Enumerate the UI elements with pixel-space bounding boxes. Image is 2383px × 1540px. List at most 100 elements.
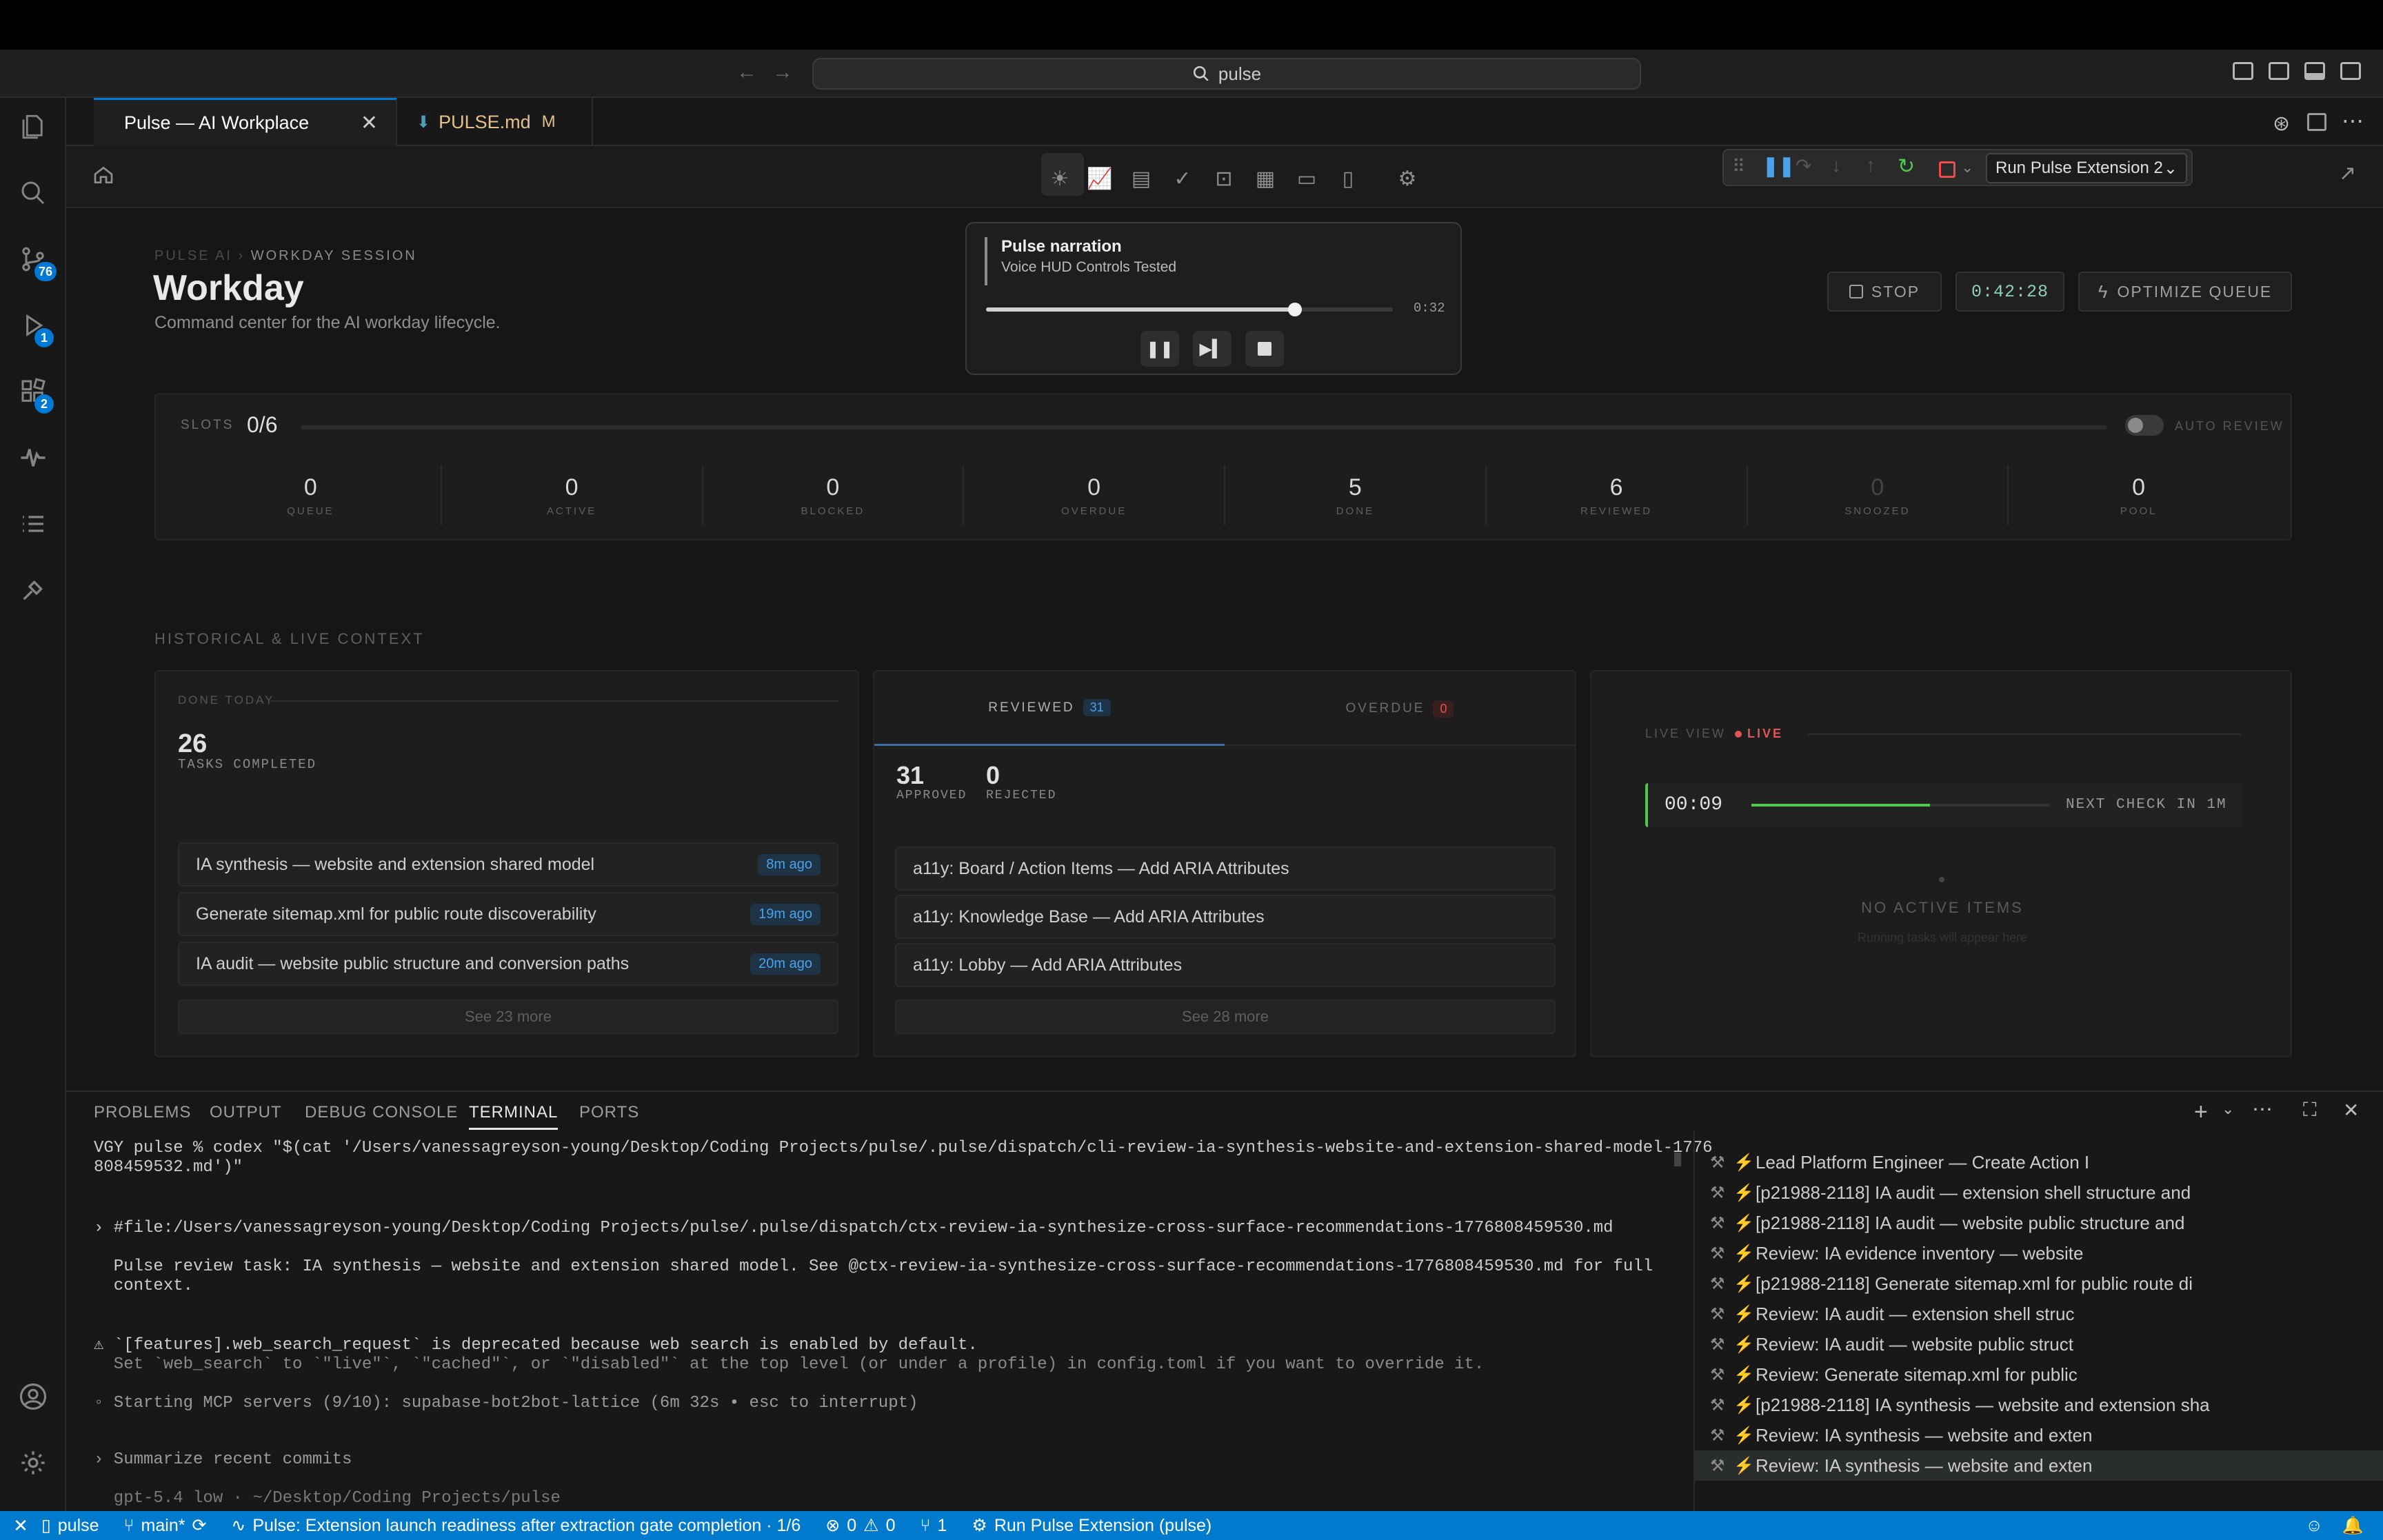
list-item[interactable]: a11y: Board / Action Items — Add ARIA At…: [895, 847, 1556, 891]
close-icon[interactable]: ✕: [361, 111, 378, 135]
split-editor-icon[interactable]: [2307, 113, 2326, 131]
tab-pulse-ai-workplace[interactable]: Pulse — AI Workplace ✕: [94, 98, 397, 146]
forward-arrow-icon[interactable]: →: [772, 61, 793, 84]
terminal-task-item[interactable]: ⚒ ⚡ Review: Generate sitemap.xml for publi…: [1695, 1359, 2383, 1390]
step-out-icon[interactable]: ↑: [1866, 154, 1876, 176]
tools-icon: ⚒: [1710, 1335, 1725, 1354]
task-label: [p21988-2118] IA synthesis — website and…: [1756, 1394, 2210, 1415]
auto-review-toggle[interactable]: [2125, 415, 2164, 436]
remote-indicator-icon[interactable]: ✕: [0, 1515, 41, 1537]
terminal-task-item-selected[interactable]: ⚒ ⚡ Review: IA synthesis — website and ext…: [1695, 1450, 2383, 1481]
close-panel-icon[interactable]: ✕: [2343, 1099, 2359, 1122]
list-item[interactable]: Generate sitemap.xml for public route di…: [178, 892, 838, 936]
command-center-search[interactable]: pulse: [812, 58, 1641, 90]
tab-pulse-md[interactable]: ⬇ PULSE.md M: [399, 98, 593, 146]
chart-icon[interactable]: 📈: [1087, 167, 1112, 190]
narration-skip-button[interactable]: ▶▍: [1193, 331, 1231, 367]
tab-problems[interactable]: PROBLEMS: [94, 1103, 191, 1122]
narration-pause-button[interactable]: ❚❚: [1140, 331, 1179, 367]
step-into-icon[interactable]: ↓: [1831, 154, 1841, 176]
run-debug-icon[interactable]: 1: [14, 306, 54, 347]
terminal-line: VGY pulse % codex "$(cat '/Users/vanessa…: [94, 1139, 1713, 1157]
home-icon[interactable]: [92, 164, 114, 186]
customize-layout-icon[interactable]: [2233, 62, 2253, 80]
tab-label: PULSE.md: [439, 111, 531, 132]
stop-icon[interactable]: [1939, 161, 1955, 178]
terminal-task-item[interactable]: ⚒ ⚡ [p21988-2118] IA audit — website publi…: [1695, 1208, 2383, 1238]
map-icon[interactable]: ▤: [1129, 167, 1153, 190]
tab-terminal[interactable]: TERMINAL: [469, 1103, 559, 1130]
see-more-button[interactable]: See 28 more: [895, 1000, 1556, 1034]
source-control-icon[interactable]: 76: [14, 240, 57, 281]
chevron-down-icon[interactable]: ⌄: [2222, 1100, 2234, 1118]
terminal-task-item[interactable]: ⚒ ⚡ Lead Platform Engineer — Create Action…: [1695, 1147, 2383, 1177]
ports-indicator[interactable]: ⑂ 1: [920, 1516, 947, 1536]
terminal-task-item[interactable]: ⚒ ⚡ [p21988-2118] Generate sitemap.xml for…: [1695, 1268, 2383, 1299]
extensions-icon[interactable]: 2: [14, 372, 54, 414]
account-icon[interactable]: [14, 1377, 52, 1416]
step-over-icon[interactable]: ↷: [1796, 154, 1811, 177]
back-arrow-icon[interactable]: ←: [736, 61, 757, 84]
chevron-down-icon[interactable]: ⌄: [1961, 159, 1973, 176]
pulse-waveform-icon[interactable]: [14, 438, 52, 477]
tab-reviewed[interactable]: REVIEWED 31: [874, 671, 1225, 746]
list-view-icon[interactable]: [14, 505, 52, 543]
drag-handle-icon[interactable]: ⠿: [1732, 156, 1745, 177]
terminal-task-item[interactable]: ⚒ ⚡ Review: IA evidence inventory — websit…: [1695, 1238, 2383, 1268]
toggle-primary-sidebar-icon[interactable]: [2269, 62, 2289, 80]
list-item[interactable]: a11y: Lobby — Add ARIA Attributes: [895, 943, 1556, 987]
toggle-panel-icon[interactable]: [2304, 62, 2325, 80]
manage-gear-icon[interactable]: [14, 1443, 52, 1482]
narration-progress-track[interactable]: [986, 303, 1393, 316]
new-terminal-icon[interactable]: +: [2194, 1099, 2208, 1126]
toggle-secondary-sidebar-icon[interactable]: [2340, 62, 2361, 80]
settings-gear-icon[interactable]: ⚙: [1396, 167, 1419, 190]
branch-indicator[interactable]: ⑂ main* ⟳: [124, 1515, 207, 1536]
tab-debug-console[interactable]: DEBUG CONSOLE: [305, 1103, 458, 1122]
time-badge: 19m ago: [750, 903, 821, 925]
open-external-icon[interactable]: ↗: [2339, 161, 2356, 185]
task-indicator[interactable]: ∿ Pulse: Extension launch readiness after…: [231, 1515, 801, 1536]
list-item[interactable]: a11y: Knowledge Base — Add ARIA Attribut…: [895, 895, 1556, 939]
maximize-panel-icon[interactable]: ⛶: [2303, 1099, 2317, 1122]
more-actions-icon[interactable]: ⋯: [2342, 108, 2364, 134]
terminal-task-item[interactable]: ⚒ ⚡ [p21988-2118] IA synthesis — website a…: [1695, 1390, 2383, 1420]
copilot-status-icon[interactable]: ☺: [2305, 1516, 2323, 1536]
search-icon: [1193, 65, 1209, 81]
stop-button[interactable]: STOP: [1827, 272, 1942, 312]
terminal-task-item[interactable]: ⚒ ⚡ [p21988-2118] IA audit — extension she…: [1695, 1177, 2383, 1208]
notifications-icon[interactable]: 🔔: [2342, 1516, 2364, 1536]
explorer-icon[interactable]: [14, 108, 52, 146]
problems-indicator[interactable]: ⊗ 0 ⚠ 0: [825, 1515, 895, 1536]
run-indicator[interactable]: ⚙ Run Pulse Extension (pulse): [972, 1515, 1211, 1536]
pause-icon[interactable]: ❚❚: [1762, 154, 1795, 177]
archive-icon[interactable]: ▭: [1295, 167, 1318, 190]
terminal-task-item[interactable]: ⚒ ⚡ Review: IA synthesis — website and ext…: [1695, 1420, 2383, 1450]
more-actions-icon[interactable]: ⋯: [2252, 1097, 2273, 1122]
workspace-indicator[interactable]: ▯ pulse: [41, 1515, 99, 1536]
list-item[interactable]: IA synthesis — website and extension sha…: [178, 842, 838, 886]
tab-ports[interactable]: PORTS: [579, 1103, 639, 1122]
restart-icon[interactable]: ↻: [1898, 154, 1915, 179]
search-view-icon[interactable]: [14, 174, 52, 212]
robot-icon[interactable]: ⊡: [1212, 167, 1236, 190]
see-more-button[interactable]: See 23 more: [178, 1000, 838, 1034]
calendar-icon[interactable]: ▦: [1254, 167, 1277, 190]
copilot-icon[interactable]: ⊛: [2273, 112, 2290, 136]
tab-output[interactable]: OUTPUT: [210, 1103, 282, 1122]
terminal-task-item[interactable]: ⚒ ⚡ Review: IA audit — extension shell str…: [1695, 1299, 2383, 1329]
stat-label: OVERDUE: [1061, 505, 1127, 517]
book-icon[interactable]: ▯: [1336, 167, 1360, 190]
terminal-input-line[interactable]: › Summarize recent commits: [94, 1450, 352, 1470]
tab-overdue[interactable]: OVERDUE 0: [1225, 671, 1575, 746]
launch-config-select[interactable]: Run Pulse Extension 2 ⌄: [1986, 153, 2187, 183]
narration-scrub-handle[interactable]: [1288, 303, 1303, 316]
check-circle-icon[interactable]: ✓: [1171, 167, 1194, 190]
optimize-queue-button[interactable]: ϟ OPTIMIZE QUEUE: [2078, 272, 2292, 312]
narration-stop-button[interactable]: [1245, 331, 1284, 367]
terminal-task-item[interactable]: ⚒ ⚡ Review: IA audit — website public stru…: [1695, 1329, 2383, 1359]
list-item[interactable]: IA audit — website public structure and …: [178, 942, 838, 986]
terminal-scrollbar[interactable]: [1674, 1153, 1681, 1166]
remote-tool-icon[interactable]: [14, 571, 52, 609]
sun-icon[interactable]: ☀: [1048, 167, 1072, 190]
